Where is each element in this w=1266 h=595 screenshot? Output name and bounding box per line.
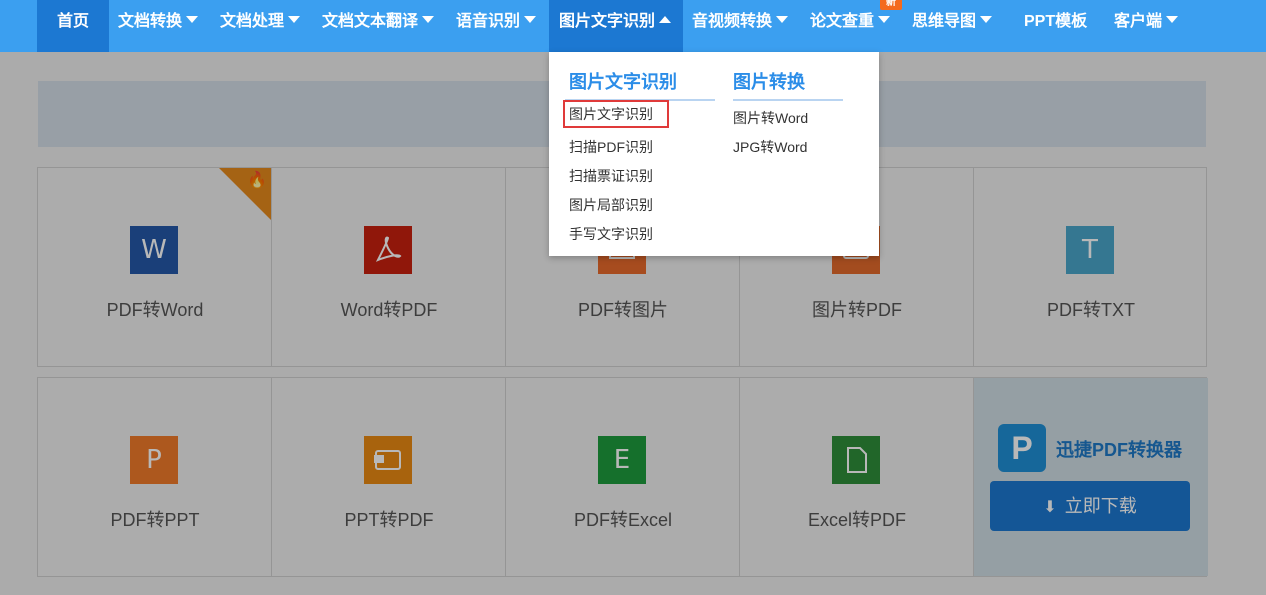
caret-down-icon — [524, 16, 537, 24]
nav-doc-process[interactable]: 文档处理 — [220, 0, 301, 52]
nav-label: 文档处理 — [220, 13, 285, 30]
nav-label: 文档文本翻译 — [322, 13, 419, 30]
caret-down-icon — [1166, 16, 1179, 24]
caret-up-icon — [659, 16, 672, 24]
caret-down-icon — [288, 16, 301, 24]
new-badge: 新 — [880, 0, 902, 10]
caret-down-icon — [186, 16, 199, 24]
dd-link-scan-pdf[interactable]: 扫描PDF识别 — [569, 137, 653, 157]
dd-link-jpg-to-word[interactable]: JPG转Word — [733, 137, 807, 157]
nav-label: 文档转换 — [118, 13, 183, 30]
dd-link-image-to-word[interactable]: 图片转Word — [733, 108, 808, 128]
nav-label: PPT模板 — [1024, 13, 1088, 30]
dd-link-scan-ticket[interactable]: 扫描票证识别 — [569, 166, 653, 186]
dd-link-image-ocr[interactable]: 图片文字识别 — [563, 100, 669, 128]
nav-home-label: 首页 — [56, 13, 89, 30]
nav-home[interactable]: 首页 — [37, 0, 109, 52]
nav-ppt-template[interactable]: PPT模板 — [1024, 0, 1087, 52]
caret-down-icon — [878, 16, 891, 24]
dropdown-heading-image-convert: 图片转换 — [733, 72, 805, 92]
dd-link-partial-ocr[interactable]: 图片局部识别 — [569, 195, 653, 215]
caret-down-icon — [422, 16, 435, 24]
divider — [733, 99, 843, 101]
nav-label: 思维导图 — [912, 13, 977, 30]
nav-label: 图片文字识别 — [559, 13, 656, 30]
image-ocr-dropdown: 图片文字识别 图片文字识别 扫描PDF识别 扫描票证识别 图片局部识别 手写文字… — [549, 52, 879, 256]
nav-client[interactable]: 客户端 — [1114, 0, 1179, 52]
nav-doc-convert[interactable]: 文档转换 — [118, 0, 199, 52]
nav-label: 论文查重 — [810, 13, 875, 30]
nav-doc-translate[interactable]: 文档文本翻译 — [322, 0, 435, 52]
caret-down-icon — [980, 16, 993, 24]
dropdown-heading-ocr: 图片文字识别 — [569, 72, 677, 92]
nav-mindmap[interactable]: 思维导图 — [912, 0, 993, 52]
nav-label: 音视频转换 — [692, 13, 773, 30]
nav-label: 语音识别 — [456, 13, 521, 30]
nav-av-convert[interactable]: 音视频转换 — [692, 0, 789, 52]
nav-voice[interactable]: 语音识别 — [456, 0, 537, 52]
dd-link-handwriting[interactable]: 手写文字识别 — [569, 224, 653, 244]
nav-plagiarism[interactable]: 论文查重 — [810, 0, 891, 52]
nav-label: 客户端 — [1114, 13, 1163, 30]
top-nav: 首页 文档转换 文档处理 文档文本翻译 语音识别 图片文字识别 音视频转换 论文… — [0, 0, 1266, 52]
nav-image-ocr[interactable]: 图片文字识别 — [549, 0, 683, 52]
caret-down-icon — [776, 16, 789, 24]
